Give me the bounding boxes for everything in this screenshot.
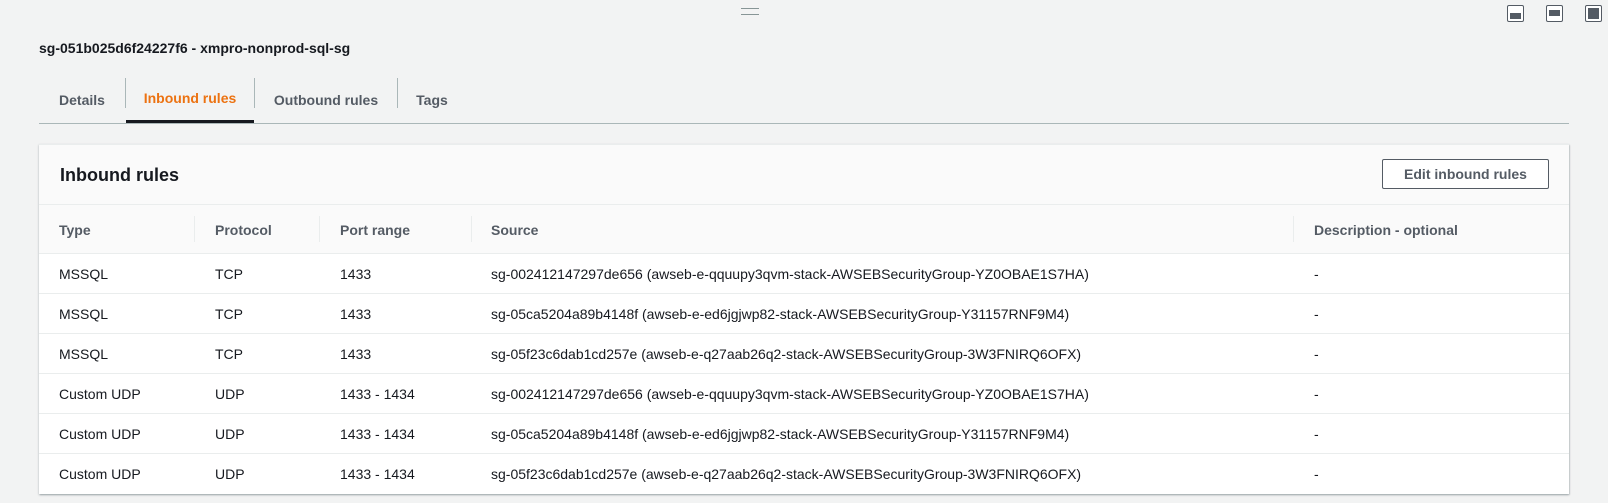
column-header-port-range[interactable]: Port range (340, 205, 410, 254)
security-group-title: sg-051b025d6f24227f6 - xmpro-nonprod-sql… (39, 40, 351, 56)
cell-protocol: TCP (215, 305, 243, 322)
cell-source: sg-05ca5204a89b4148f (awseb-e-ed6jgjwp82… (491, 425, 1070, 442)
cell-type: MSSQL (59, 305, 109, 322)
column-header-source[interactable]: Source (491, 205, 538, 254)
cell-type: Custom UDP (59, 385, 141, 402)
split-panel-full-icon[interactable] (1585, 5, 1602, 22)
table-row: MSSQL TCP 1433 sg-05f23c6dab1cd257e (aws… (39, 334, 1569, 374)
panel-title: Inbound rules (60, 165, 179, 185)
cell-type: MSSQL (59, 345, 109, 362)
column-header-type[interactable]: Type (59, 205, 91, 254)
cell-port-range: 1433 - 1434 (340, 385, 415, 402)
tab-tags[interactable]: Tags (398, 76, 466, 124)
cell-protocol: UDP (215, 385, 245, 402)
split-panel-bottom-icon[interactable] (1507, 5, 1524, 22)
column-divider (194, 216, 195, 242)
cell-source: sg-05ca5204a89b4148f (awseb-e-ed6jgjwp82… (491, 305, 1070, 322)
table-row: Custom UDP UDP 1433 - 1434 sg-0024121472… (39, 374, 1569, 414)
column-header-description[interactable]: Description - optional (1314, 205, 1458, 254)
cell-type: Custom UDP (59, 425, 141, 442)
cell-source: sg-002412147297de656 (awseb-e-qquupy3qvm… (491, 385, 1089, 402)
panel-header: Inbound rules Edit inbound rules (39, 145, 1569, 205)
column-header-protocol[interactable]: Protocol (215, 205, 272, 254)
column-divider (1293, 216, 1294, 242)
table-header: Type Protocol Port range Source Descript… (39, 205, 1569, 254)
cell-description: - (1314, 345, 1319, 362)
cell-type: MSSQL (59, 265, 109, 282)
cell-protocol: UDP (215, 465, 245, 482)
cell-port-range: 1433 - 1434 (340, 425, 415, 442)
cell-description: - (1314, 305, 1319, 322)
cell-port-range: 1433 (340, 345, 372, 362)
column-divider (319, 216, 320, 242)
column-divider (471, 216, 472, 242)
resize-drag-handle[interactable] (741, 8, 759, 15)
table-row: MSSQL TCP 1433 sg-002412147297de656 (aws… (39, 254, 1569, 294)
tab-inbound-rules[interactable]: Inbound rules (126, 76, 254, 123)
tab-details[interactable]: Details (39, 76, 125, 124)
table-body: MSSQL TCP 1433 sg-002412147297de656 (aws… (39, 254, 1569, 494)
tab-bar: Details Inbound rules Outbound rules Tag… (39, 76, 1569, 124)
cell-type: Custom UDP (59, 465, 141, 482)
cell-source: sg-05f23c6dab1cd257e (awseb-e-q27aab26q2… (491, 345, 1082, 362)
table-row: Custom UDP UDP 1433 - 1434 sg-05f23c6dab… (39, 454, 1569, 494)
edit-inbound-rules-button[interactable]: Edit inbound rules (1382, 159, 1549, 189)
cell-description: - (1314, 385, 1319, 402)
cell-protocol: UDP (215, 425, 245, 442)
cell-description: - (1314, 425, 1319, 442)
cell-protocol: TCP (215, 265, 243, 282)
table-row: Custom UDP UDP 1433 - 1434 sg-05ca5204a8… (39, 414, 1569, 454)
tab-outbound-rules[interactable]: Outbound rules (255, 76, 397, 124)
inbound-rules-panel: Inbound rules Edit inbound rules Type Pr… (39, 144, 1569, 494)
cell-source: sg-05f23c6dab1cd257e (awseb-e-q27aab26q2… (491, 465, 1082, 482)
split-panel-middle-icon[interactable] (1546, 5, 1563, 22)
table-row: MSSQL TCP 1433 sg-05ca5204a89b4148f (aws… (39, 294, 1569, 334)
cell-source: sg-002412147297de656 (awseb-e-qquupy3qvm… (491, 265, 1089, 282)
cell-port-range: 1433 (340, 305, 372, 322)
security-group-details-pane: sg-051b025d6f24227f6 - xmpro-nonprod-sql… (0, 0, 1608, 503)
cell-description: - (1314, 265, 1319, 282)
cell-protocol: TCP (215, 345, 243, 362)
cell-port-range: 1433 - 1434 (340, 465, 415, 482)
cell-port-range: 1433 (340, 265, 372, 282)
cell-description: - (1314, 465, 1319, 482)
